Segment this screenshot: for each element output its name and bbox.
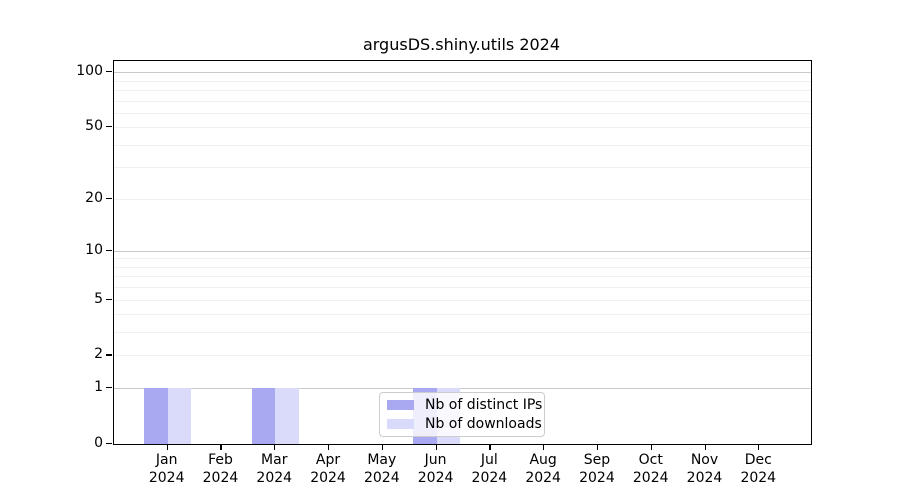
gridline-minor <box>114 100 811 102</box>
gridline-minor <box>114 332 811 334</box>
x-tick-label: Dec 2024 <box>728 451 788 487</box>
bar-distinct-ips-mar <box>251 388 276 444</box>
x-tick-label: May 2024 <box>352 451 412 487</box>
x-tick-year: 2024 <box>417 470 454 486</box>
gridline-minor <box>114 276 811 278</box>
gridline-minor <box>114 144 811 146</box>
y-tick-label: 50 <box>85 118 103 135</box>
x-tick-year: 2024 <box>310 470 346 486</box>
plot-area: Nb of distinct IPs Nb of downloads <box>113 60 812 445</box>
x-tick-year: 2024 <box>202 470 239 486</box>
x-tick-month: Sep <box>583 452 611 468</box>
legend-item-downloads: Nb of downloads <box>386 415 542 435</box>
x-tick-month: Jul <box>480 452 498 468</box>
y-tick <box>106 298 112 300</box>
legend-label-distinct-ips: Nb of distinct IPs <box>425 396 543 413</box>
y-tick-label: 10 <box>85 241 103 258</box>
x-tick-year: 2024 <box>256 470 293 486</box>
legend-swatch-downloads <box>387 419 414 430</box>
x-tick-label: Apr 2024 <box>298 451 358 487</box>
gridline-minor <box>114 167 811 169</box>
y-tick <box>106 387 112 389</box>
x-tick-label: Jun 2024 <box>406 451 466 487</box>
gridline-minor <box>114 299 811 301</box>
gridline-major <box>114 250 811 252</box>
gridline-major <box>114 72 811 74</box>
x-tick-month: Mar <box>261 452 288 468</box>
gridline-minor <box>114 314 811 316</box>
y-tick <box>106 354 112 356</box>
x-tick-label: Nov 2024 <box>675 451 735 487</box>
bar-distinct-ips-jan <box>144 388 168 444</box>
y-tick <box>106 249 112 251</box>
gridline-major <box>114 388 811 390</box>
x-tick-year: 2024 <box>363 470 400 486</box>
gridline-minor <box>114 80 811 82</box>
gridline-minor <box>114 355 811 357</box>
x-tick-year: 2024 <box>686 470 723 486</box>
x-tick <box>704 444 706 450</box>
x-tick-year: 2024 <box>632 470 669 486</box>
x-tick <box>381 444 383 450</box>
x-tick-year: 2024 <box>471 470 508 486</box>
legend-item-distinct-ips: Nb of distinct IPs <box>386 395 542 415</box>
legend-label-downloads: Nb of downloads <box>425 416 542 433</box>
y-tick <box>106 197 112 199</box>
x-tick-label: Aug 2024 <box>513 451 573 487</box>
y-tick <box>106 71 112 73</box>
x-tick-month: Feb <box>208 452 233 468</box>
x-tick-year: 2024 <box>740 470 777 486</box>
x-tick-label: Jan 2024 <box>137 451 197 487</box>
x-tick-month: Nov <box>690 452 719 468</box>
x-tick-year: 2024 <box>579 470 615 486</box>
x-tick-month: Jan <box>155 452 178 468</box>
x-tick-month: Oct <box>638 452 663 468</box>
x-tick-label: Feb 2024 <box>190 451 250 487</box>
x-tick-month: Apr <box>315 452 341 468</box>
gridline-minor <box>114 287 811 289</box>
x-tick-month: May <box>367 452 397 468</box>
y-tick-label: 100 <box>76 63 103 80</box>
x-tick-label: Oct 2024 <box>621 451 681 487</box>
x-tick-month: Jun <box>424 452 447 468</box>
x-tick-year: 2024 <box>148 470 185 486</box>
y-tick-label: 2 <box>94 346 103 363</box>
x-tick <box>650 444 652 450</box>
x-tick-label: Jul 2024 <box>459 451 519 487</box>
gridline-minor <box>114 198 811 200</box>
x-tick <box>435 444 437 450</box>
x-tick-label: Sep 2024 <box>567 451 627 487</box>
y-tick <box>106 443 112 445</box>
x-tick <box>274 444 276 450</box>
x-tick-year: 2024 <box>525 470 561 486</box>
x-tick-month: Dec <box>744 452 772 468</box>
bar-downloads-mar <box>275 388 299 444</box>
gridline-minor <box>114 89 811 91</box>
legend-swatch-distinct-ips <box>387 399 414 410</box>
legend: Nb of distinct IPs Nb of downloads <box>379 392 545 437</box>
chart-title: argusDS.shiny.utils 2024 <box>362 35 561 54</box>
gridline-minor <box>114 258 811 260</box>
bar-downloads-jan <box>167 388 192 444</box>
x-tick-month: Aug <box>529 452 557 468</box>
x-tick <box>328 444 330 450</box>
y-tick-label: 1 <box>94 379 103 396</box>
x-tick <box>489 444 491 450</box>
x-tick <box>758 444 760 450</box>
figure: argusDS.shiny.utils 2024 Nb of distinct … <box>0 0 900 500</box>
x-tick <box>220 444 222 450</box>
x-tick <box>543 444 545 450</box>
x-tick-label: Mar 2024 <box>244 451 304 487</box>
gridline-minor <box>114 112 811 114</box>
gridline-minor <box>114 266 811 268</box>
y-tick <box>106 126 112 128</box>
x-tick <box>166 444 168 450</box>
y-tick-label: 20 <box>85 189 103 206</box>
y-tick-label: 0 <box>94 435 103 451</box>
x-tick <box>596 444 599 450</box>
gridline-minor <box>114 127 811 129</box>
y-tick-label: 5 <box>94 290 103 307</box>
